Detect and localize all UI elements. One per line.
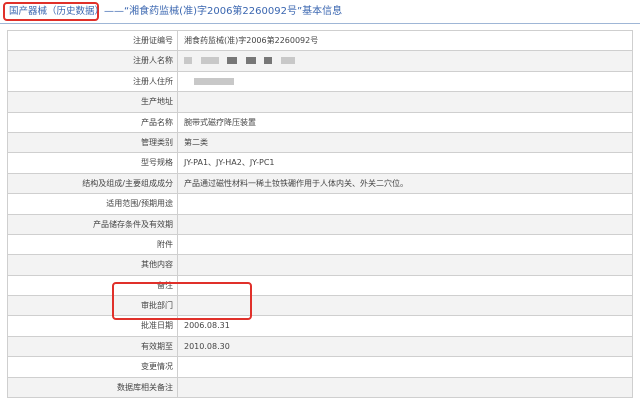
row-label: 审批部门 — [8, 296, 178, 317]
redaction-mark — [264, 57, 273, 65]
row-value — [178, 357, 633, 378]
redaction-mark — [194, 77, 234, 85]
row-label: 产品储存条件及有效期 — [8, 214, 178, 235]
page-header: 国产器械（历史数据） ——“湘食药监械(准)字2006第2260092号”基本信… — [0, 0, 640, 24]
row-label: 备注 — [8, 275, 178, 297]
row-label: 结构及组成/主要组成成分 — [8, 173, 178, 195]
table-row: 产品储存条件及有效期 — [8, 214, 633, 235]
detail-table: 注册证编号 湘食药监械(准)字2006第2260092号 注册人名称 注册人住所… — [7, 30, 633, 398]
row-value — [178, 234, 633, 256]
table-row: 注册证编号 湘食药监械(准)字2006第2260092号 — [8, 31, 633, 52]
row-value-approval-date: 2006.08.31 — [178, 316, 633, 337]
row-value — [178, 214, 633, 235]
row-label: 注册人住所 — [8, 71, 178, 93]
table-row: 备注 — [8, 275, 633, 297]
row-label: 产品名称 — [8, 112, 178, 133]
tab-domestic-devices-history[interactable]: 国产器械（历史数据） — [3, 2, 104, 21]
row-value: 产品通过磁性材料一稀土钕铁硼作用于人体内关、外关二穴位。 — [178, 173, 633, 195]
row-value: JY-PA1、JY-HA2、JY-PC1 — [178, 153, 633, 174]
table-row: 其他内容 — [8, 255, 633, 276]
row-value — [178, 92, 633, 113]
row-label: 有效期至 — [8, 336, 178, 358]
row-value-redacted — [178, 71, 633, 93]
table-row: 适用范围/预期用途 — [8, 194, 633, 215]
header-divider — [0, 23, 640, 24]
row-value — [178, 377, 633, 398]
row-value — [178, 275, 633, 297]
tab-label: 国产器械（历史数据） — [9, 6, 105, 17]
page-title: ——“湘食药监械(准)字2006第2260092号”基本信息 — [104, 6, 343, 17]
row-value — [178, 194, 633, 215]
row-label: 其他内容 — [8, 255, 178, 276]
table-row: 变更情况 — [8, 357, 633, 378]
table-row: 审批部门 — [8, 296, 633, 317]
table-row: 有效期至 2010.08.30 — [8, 336, 633, 358]
row-value: 腕带式磁疗降压装置 — [178, 112, 633, 133]
table-row: 管理类别 第二类 — [8, 132, 633, 154]
redaction-mark — [200, 57, 219, 65]
row-label: 附件 — [8, 234, 178, 256]
row-label: 数据库相关备注 — [8, 377, 178, 398]
row-label: 批准日期 — [8, 316, 178, 337]
row-label: 注册证编号 — [8, 31, 178, 52]
table-row: 附件 — [8, 234, 633, 256]
table-row: 型号规格 JY-PA1、JY-HA2、JY-PC1 — [8, 153, 633, 174]
row-value-redacted — [178, 51, 633, 72]
row-label: 生产地址 — [8, 92, 178, 113]
table-row: 产品名称 腕带式磁疗降压装置 — [8, 112, 633, 133]
row-label: 注册人名称 — [8, 51, 178, 72]
table-row: 数据库相关备注 — [8, 377, 633, 398]
row-label: 型号规格 — [8, 153, 178, 174]
redaction-mark — [184, 57, 192, 65]
row-value: 湘食药监械(准)字2006第2260092号 — [178, 31, 633, 52]
table-row: 结构及组成/主要组成成分 产品通过磁性材料一稀土钕铁硼作用于人体内关、外关二穴位… — [8, 173, 633, 195]
row-value — [178, 296, 633, 317]
row-value — [178, 255, 633, 276]
row-label: 变更情况 — [8, 357, 178, 378]
table-row: 注册人住所 — [8, 71, 633, 93]
table-row: 生产地址 — [8, 92, 633, 113]
redaction-mark — [245, 57, 256, 65]
table-row: 批准日期 2006.08.31 — [8, 316, 633, 337]
row-value-valid-until: 2010.08.30 — [178, 336, 633, 358]
row-label: 适用范围/预期用途 — [8, 194, 178, 215]
row-label: 管理类别 — [8, 132, 178, 154]
table-row: 注册人名称 — [8, 51, 633, 72]
redaction-mark — [280, 57, 295, 65]
redaction-mark — [227, 57, 238, 65]
row-value: 第二类 — [178, 132, 633, 154]
